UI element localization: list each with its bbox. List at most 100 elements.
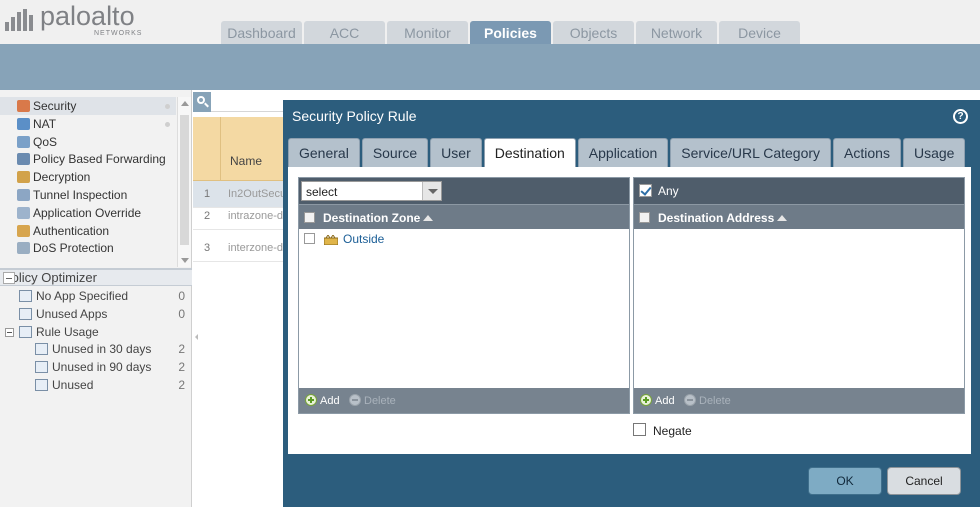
sidebar-item-label: DoS Protection [33,241,114,256]
dos-icon [17,242,30,255]
rules-table-header: Name [193,117,288,181]
add-address-button[interactable]: Add [640,394,675,407]
status-dot [165,104,170,109]
tab-acc[interactable]: ACC [304,21,385,44]
nav-scrollbar[interactable] [177,97,191,267]
zone-icon [324,235,338,245]
policy-optimizer-header: Policy Optimizer [0,268,192,286]
search-button[interactable] [193,92,211,112]
optimizer-item-rule-usage[interactable]: Rule Usage [0,323,192,341]
zone-name-link[interactable]: Outside [343,232,384,246]
sidebar-item-label: NAT [33,116,57,131]
add-zone-button[interactable]: Add [305,394,340,407]
tab-user[interactable]: User [430,138,482,167]
tab-network[interactable]: Network [636,21,717,44]
address-pane-footer: Add Delete [634,388,964,413]
delete-address-button[interactable]: Delete [684,394,731,407]
sidebar-item-dos-protection[interactable]: DoS Protection [0,239,176,257]
tab-usage[interactable]: Usage [902,138,966,167]
logo-text: paloalto [40,1,135,31]
logo-subtext: NETWORKS [94,30,143,37]
dialog-tabs: General Source User Destination Applicat… [288,138,967,167]
select-all-checkbox[interactable] [639,212,650,223]
tab-general[interactable]: General [288,138,360,167]
security-policy-rule-dialog: Security Policy Rule ? General Source Us… [283,100,980,507]
optimizer-item-no-app[interactable]: No App Specified 0 [0,287,192,305]
optimizer-item-unused-apps[interactable]: Unused Apps 0 [0,305,192,323]
sidebar-item-label: QoS [33,134,58,149]
tree-collapse-icon[interactable] [5,327,14,337]
pbf-icon [17,153,30,166]
destination-zone-pane: select Destination Zone Outside Add Dele… [298,177,630,414]
optimizer-item-unused-90[interactable]: Unused in 90 days 2 [0,358,192,376]
tab-service-url-category[interactable]: Service/URL Category [670,138,832,167]
tab-source[interactable]: Source [361,138,429,167]
status-dot [165,121,170,127]
panel-splitter[interactable] [193,320,199,360]
sidebar-item-label: Policy Based Forwarding [33,152,166,167]
optimizer-item-label: Unused Apps [36,306,108,321]
help-icon[interactable]: ? [953,109,968,124]
row-checkbox[interactable] [304,233,315,244]
column-header-destination-address[interactable]: Destination Address [658,211,788,225]
sidebar-item-label: Tunnel Inspection [33,187,128,202]
optimizer-item-label: Unused in 90 days [52,360,152,375]
sidebar-item-authentication[interactable]: Authentication [0,222,176,240]
main-tabs: Dashboard ACC Monitor Policies Objects N… [221,21,802,44]
table-row[interactable]: 2 intrazone-default [193,203,288,230]
any-checkbox[interactable] [639,184,652,197]
cancel-button[interactable]: Cancel [887,467,961,495]
collapse-icon[interactable] [3,272,15,284]
sidebar-item-app-override[interactable]: Application Override [0,204,176,222]
select-all-checkbox[interactable] [304,212,315,223]
row-number: 2 [203,210,211,222]
optimizer-item-unused-30[interactable]: Unused in 30 days 2 [0,340,192,358]
negate-checkbox[interactable] [633,423,646,436]
sidebar-item-qos[interactable]: QoS [0,133,176,151]
tab-objects[interactable]: Objects [553,21,634,44]
zone-pane-toolbar: select [299,178,629,204]
tab-actions[interactable]: Actions [833,138,901,167]
negate-label: Negate [653,424,692,438]
optimizer-item-count: 0 [178,306,185,321]
qos-icon [17,135,30,148]
dialog-body: select Destination Zone Outside Add Dele… [288,167,971,454]
sidebar-item-pbf[interactable]: Policy Based Forwarding [0,150,176,168]
rule-name: intrazone-default [228,210,286,222]
app-override-icon [17,206,30,219]
tab-dashboard[interactable]: Dashboard [221,21,302,44]
column-header-name[interactable]: Name [230,154,262,168]
sidebar-item-label: Authentication [33,223,110,238]
row-number: 3 [203,242,211,254]
sidebar-item-tunnel-inspection[interactable]: Tunnel Inspection [0,186,176,204]
sidebar-item-label: Application Override [33,205,142,220]
delete-zone-button[interactable]: Delete [349,394,396,407]
sidebar-item-label: Decryption [33,170,91,185]
security-policy-icon [17,100,30,112]
optimizer-item-count: 2 [178,342,185,357]
scroll-thumb[interactable] [180,115,189,245]
scroll-up-icon[interactable] [181,101,189,106]
list-item[interactable]: Outside [299,230,629,250]
tab-device[interactable]: Device [719,21,800,44]
column-header-destination-zone[interactable]: Destination Zone [323,211,434,225]
scroll-down-icon[interactable] [181,258,189,263]
top-header: paloalto NETWORKS Dashboard ACC Monitor … [0,0,980,44]
sidebar-item-nat[interactable]: NAT [0,115,176,133]
report-icon [19,307,32,320]
tab-application[interactable]: Application [577,138,669,167]
chevron-down-icon[interactable] [422,182,441,200]
table-row[interactable]: 3 interzone-default [193,235,288,262]
address-pane-toolbar: Any [634,178,964,204]
ok-button[interactable]: OK [808,467,882,495]
tab-destination[interactable]: Destination [483,138,576,167]
zone-column-header: Destination Zone [299,204,629,229]
tab-monitor[interactable]: Monitor [387,21,468,44]
add-icon [640,394,652,406]
policy-optimizer-title: Policy Optimizer [3,270,97,285]
zone-select-dropdown[interactable]: select [301,181,442,201]
sidebar-item-decryption[interactable]: Decryption [0,168,176,186]
optimizer-item-unused[interactable]: Unused 2 [0,376,192,394]
tab-policies[interactable]: Policies [470,21,551,44]
sidebar-item-security[interactable]: Security [0,97,176,115]
